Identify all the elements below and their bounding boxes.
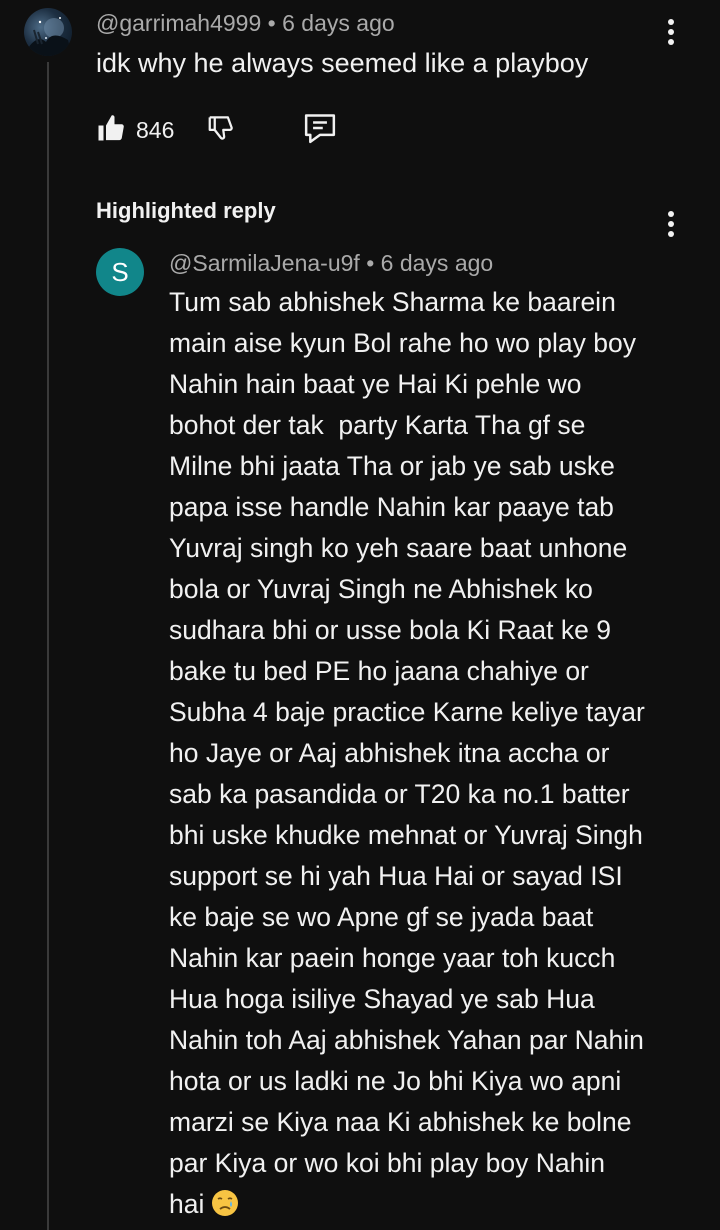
reply-text-line: sab ka pasandida or T20 ka no.1 batter	[169, 779, 630, 809]
reply-avatar[interactable]: S	[96, 248, 144, 296]
reply-text-line: Nahin kar paein honge yaar toh kucch	[169, 943, 616, 973]
crying-face-emoji-icon	[210, 1188, 240, 1230]
thumbs-up-icon	[96, 113, 126, 148]
reply-text-line: main aise kyun Bol rahe ho wo play boy	[169, 328, 636, 358]
reply-text-line: Milne bhi jaata Tha or jab ye sab uske	[169, 451, 615, 481]
reply-text-line: ke baje se wo Apne gf se jyada baat	[169, 902, 594, 932]
reply-text-line: Nahin toh Aaj abhishek Yahan par Nahin	[169, 1025, 644, 1055]
reply-text-line: papa isse handle Nahin kar paaye tab	[169, 492, 614, 522]
reply-more-button[interactable]	[656, 204, 686, 244]
comment-more-button[interactable]	[656, 12, 686, 52]
reply-text-line: bola or Yuvraj Singh ne Abhishek ko	[169, 574, 593, 604]
meta-separator: •	[267, 10, 276, 36]
comment-icon	[302, 111, 338, 150]
comment-age: 6 days ago	[282, 10, 395, 36]
comment-text: idk why he always seemed like a playboy	[96, 48, 589, 78]
thread-line	[47, 62, 49, 1230]
reply-text: Tum sab abhishek Sharma ke baarein main …	[169, 282, 689, 1230]
dislike-button[interactable]	[206, 113, 236, 148]
comment-author-handle[interactable]: @garrimah4999	[96, 10, 261, 36]
like-count: 846	[136, 116, 175, 143]
commenter-avatar[interactable]	[24, 8, 72, 56]
reply-text-line: Subha 4 baje practice Karne keliye tayar	[169, 697, 645, 727]
more-vert-icon-dot	[668, 29, 674, 35]
reply-text-line: support se hi yah Hua Hai or sayad ISI	[169, 861, 623, 891]
reply-meta: @SarmilaJena-u9f • 6 days ago	[169, 250, 493, 277]
reply-text-line: par Kiya or wo koi bhi play boy Nahin	[169, 1148, 606, 1178]
reply-button[interactable]	[302, 111, 338, 150]
meta-separator: •	[366, 250, 375, 276]
more-vert-icon-dot	[668, 211, 674, 217]
reply-author-handle[interactable]: @SarmilaJena-u9f	[169, 250, 360, 276]
reply-text-line: hota or us ladki ne Jo bhi Kiya wo apni	[169, 1066, 622, 1096]
reply-text-line: bake tu bed PE ho jaana chahiye or	[169, 656, 589, 686]
reply-text-line: bhi uske khudke mehnat or Yuvraj Singh	[169, 820, 643, 850]
comment-action-bar: 846	[96, 110, 338, 150]
reply-text-line: sudhara bhi or usse bola Ki Raat ke 9	[169, 615, 611, 645]
more-vert-icon-dot	[668, 19, 674, 25]
more-vert-icon-dot	[668, 231, 674, 237]
reply-text-last-line: hai	[169, 1184, 689, 1230]
more-vert-icon-dot	[668, 39, 674, 45]
reply-text-line: marzi se Kiya naa Ki abhishek ke bolne	[169, 1107, 632, 1137]
reply-text-line: Yuvraj singh ko yeh saare baat unhone	[169, 533, 628, 563]
reply-text-line: Hua hoga isiliye Shayad ye sab Hua	[169, 984, 595, 1014]
reply-text-line: Tum sab abhishek Sharma ke baarein	[169, 287, 616, 317]
reply-age: 6 days ago	[380, 250, 494, 276]
reply-text-line: Nahin hain baat ye Hai Ki pehle wo	[169, 369, 582, 399]
more-vert-icon-dot	[668, 221, 674, 227]
highlighted-reply-label: Highlighted reply	[96, 198, 276, 223]
thumbs-down-icon	[206, 113, 236, 148]
comment-meta: @garrimah4999 • 6 days ago	[96, 10, 395, 37]
reply-text-line: ho Jaye or Aaj abhishek itna accha or	[169, 738, 610, 768]
reply-text-line: hai	[169, 1189, 205, 1219]
like-button[interactable]	[96, 113, 126, 148]
reply-text-line: bohot der tak party Karta Tha gf se	[169, 410, 586, 440]
